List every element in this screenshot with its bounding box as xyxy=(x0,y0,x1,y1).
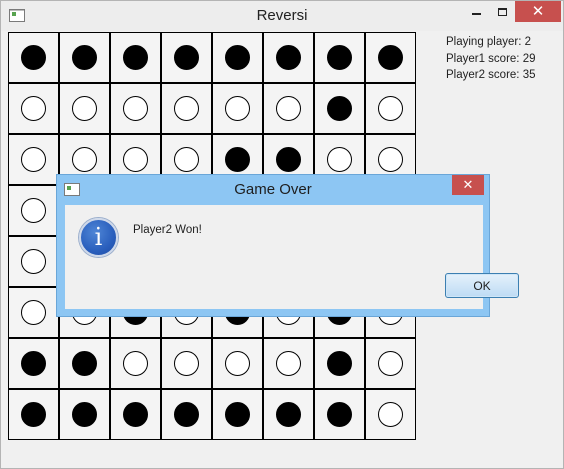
board-cell[interactable] xyxy=(365,32,416,83)
board-cell[interactable] xyxy=(59,338,110,389)
board-cell[interactable] xyxy=(161,32,212,83)
white-piece xyxy=(174,96,199,121)
white-piece xyxy=(276,351,301,376)
status-panel: Playing player: 2 Player1 score: 29 Play… xyxy=(446,34,536,84)
black-piece xyxy=(72,402,97,427)
player2-score-label: Player2 score: 35 xyxy=(446,69,536,81)
black-piece xyxy=(225,402,250,427)
board-cell[interactable] xyxy=(8,32,59,83)
board-cell[interactable] xyxy=(59,32,110,83)
board-cell[interactable] xyxy=(161,389,212,440)
board-cell[interactable] xyxy=(212,389,263,440)
white-piece xyxy=(174,351,199,376)
black-piece xyxy=(72,45,97,70)
black-piece xyxy=(123,402,148,427)
board-cell[interactable] xyxy=(212,83,263,134)
board-cell[interactable] xyxy=(212,32,263,83)
information-icon: i xyxy=(79,218,118,257)
board-cell[interactable] xyxy=(263,83,314,134)
white-piece xyxy=(123,351,148,376)
board-cell[interactable] xyxy=(314,83,365,134)
minimize-icon xyxy=(471,12,481,15)
white-piece xyxy=(21,96,46,121)
black-piece xyxy=(327,45,352,70)
maximize-button[interactable] xyxy=(489,1,515,22)
white-piece xyxy=(72,147,97,172)
board-cell[interactable] xyxy=(8,389,59,440)
black-piece xyxy=(378,45,403,70)
close-icon: ✕ xyxy=(462,177,474,192)
board-cell[interactable] xyxy=(110,32,161,83)
board-cell[interactable] xyxy=(314,32,365,83)
board-cell[interactable] xyxy=(8,134,59,185)
dialog-body: i Player2 Won! xyxy=(65,205,483,309)
board-cell[interactable] xyxy=(314,338,365,389)
dialog-title: Game Over xyxy=(234,181,312,198)
black-piece xyxy=(123,45,148,70)
white-piece xyxy=(21,147,46,172)
black-piece xyxy=(327,351,352,376)
black-piece xyxy=(174,402,199,427)
board-cell[interactable] xyxy=(263,32,314,83)
white-piece xyxy=(72,96,97,121)
board-cell[interactable] xyxy=(8,338,59,389)
white-piece xyxy=(225,351,250,376)
board-cell[interactable] xyxy=(110,338,161,389)
board-cell[interactable] xyxy=(8,83,59,134)
close-button[interactable]: ✕ xyxy=(515,1,561,22)
board-cell[interactable] xyxy=(365,338,416,389)
white-piece xyxy=(276,96,301,121)
board-cell[interactable] xyxy=(212,338,263,389)
board-cell[interactable] xyxy=(365,83,416,134)
board-cell[interactable] xyxy=(314,389,365,440)
board-cell[interactable] xyxy=(8,287,59,338)
board-cell[interactable] xyxy=(161,83,212,134)
board-cell[interactable] xyxy=(8,185,59,236)
board-cell[interactable] xyxy=(59,83,110,134)
black-piece xyxy=(327,96,352,121)
board-cell[interactable] xyxy=(263,389,314,440)
white-piece xyxy=(123,96,148,121)
black-piece xyxy=(21,402,46,427)
white-piece xyxy=(378,96,403,121)
black-piece xyxy=(21,45,46,70)
white-piece xyxy=(174,147,199,172)
black-piece xyxy=(174,45,199,70)
game-over-dialog: Game Over ✕ i Player2 Won! OK xyxy=(56,174,519,317)
black-piece xyxy=(276,402,301,427)
white-piece xyxy=(21,300,46,325)
close-icon: ✕ xyxy=(531,3,545,20)
dialog-message: Player2 Won! xyxy=(133,224,202,236)
board-cell[interactable] xyxy=(8,236,59,287)
board-cell[interactable] xyxy=(110,83,161,134)
black-piece xyxy=(225,45,250,70)
board-cell[interactable] xyxy=(110,389,161,440)
player1-score-label: Player1 score: 29 xyxy=(446,52,536,65)
white-piece xyxy=(21,198,46,223)
white-piece xyxy=(225,96,250,121)
playing-player-label: Playing player: 2 xyxy=(446,36,532,48)
black-piece xyxy=(276,45,301,70)
maximize-icon xyxy=(497,7,507,16)
white-piece xyxy=(21,249,46,274)
white-piece xyxy=(378,147,403,172)
white-piece xyxy=(123,147,148,172)
white-piece xyxy=(378,351,403,376)
black-piece xyxy=(21,351,46,376)
white-piece xyxy=(378,402,403,427)
white-piece xyxy=(327,147,352,172)
black-piece xyxy=(276,147,301,172)
minimize-button[interactable] xyxy=(463,1,489,22)
black-piece xyxy=(225,147,250,172)
black-piece xyxy=(327,402,352,427)
ok-button[interactable]: OK xyxy=(445,273,519,298)
board-cell[interactable] xyxy=(365,389,416,440)
board-cell[interactable] xyxy=(59,389,110,440)
board-cell[interactable] xyxy=(161,338,212,389)
board-cell[interactable] xyxy=(263,338,314,389)
black-piece xyxy=(72,351,97,376)
ok-button-label: OK xyxy=(473,278,491,293)
title-bar[interactable]: Reversi ✕ xyxy=(1,1,563,31)
dialog-close-button[interactable]: ✕ xyxy=(452,175,484,195)
